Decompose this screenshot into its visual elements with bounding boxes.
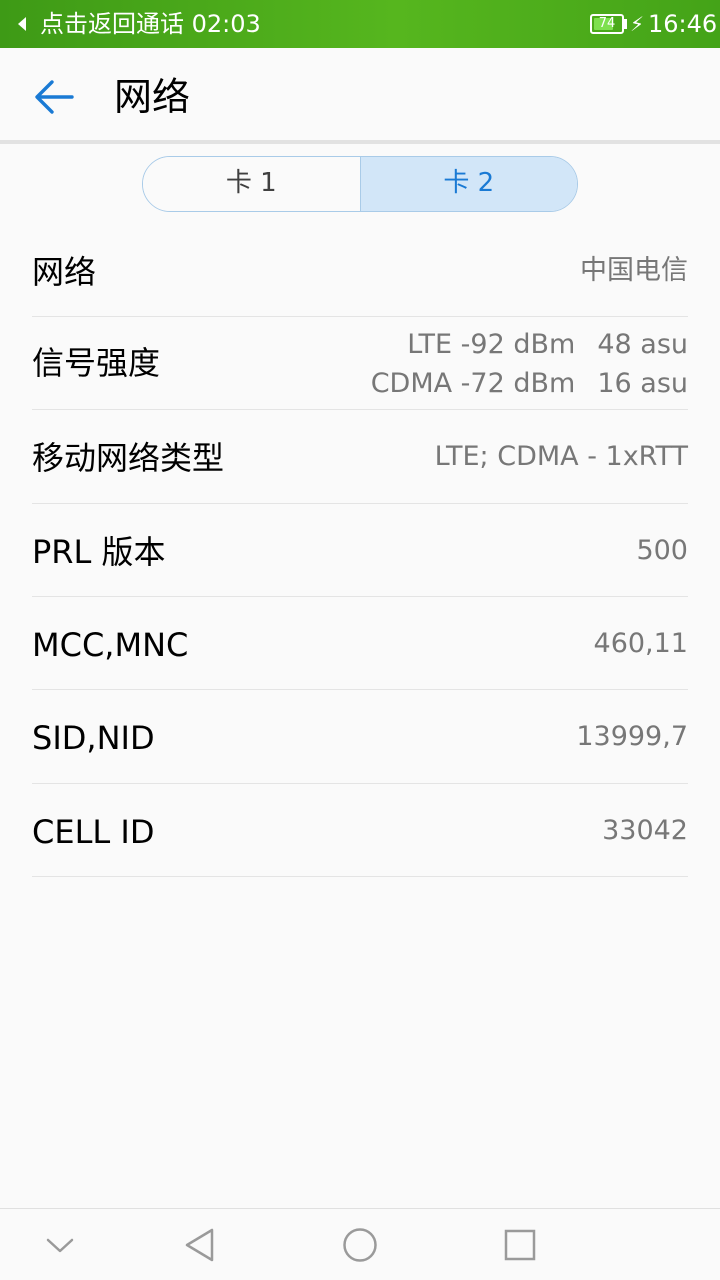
chevron-down-icon[interactable] — [38, 1223, 82, 1267]
row-network: 网络 中国电信 — [32, 224, 688, 317]
row-label: MCC,MNC — [32, 626, 189, 664]
row-label: SID,NID — [32, 719, 155, 757]
row-value: 500 — [636, 535, 688, 566]
navigation-bar — [0, 1208, 720, 1280]
back-arrow-icon[interactable] — [30, 72, 80, 122]
signal-asu: 16 asu — [597, 368, 688, 399]
back-arrow-svg — [35, 80, 74, 114]
row-label: CELL ID — [32, 813, 155, 851]
row-label: 移动网络类型 — [32, 439, 225, 477]
chevron-down-svg — [46, 1238, 74, 1253]
signal-line-cdma: CDMA -72 dBm 16 asu — [371, 365, 688, 403]
recents-icon[interactable] — [498, 1223, 542, 1267]
row-value: 13999,7 — [576, 721, 688, 752]
page-title: 网络 — [114, 75, 191, 119]
tab-sim-1[interactable]: 卡 1 — [143, 157, 360, 211]
signal-dbm: CDMA -72 dBm — [370, 368, 576, 399]
row-prl-version: PRL 版本 500 — [32, 504, 688, 597]
back-arrow-icon[interactable] — [18, 17, 26, 31]
battery-level: 74 — [598, 16, 616, 31]
row-network-type: 移动网络类型 LTE; CDMA - 1xRTT — [32, 410, 688, 504]
home-icon[interactable] — [338, 1223, 382, 1267]
row-label: 网络 — [32, 253, 97, 291]
signal-dbm: LTE -92 dBm — [407, 329, 576, 360]
row-value: 33042 — [602, 815, 688, 846]
row-mcc-mnc: MCC,MNC 460,11 — [32, 597, 688, 690]
row-cell-id: CELL ID 33042 — [32, 784, 688, 877]
signal-line-lte: LTE -92 dBm 48 asu — [407, 326, 688, 364]
nav-back-icon[interactable] — [178, 1223, 222, 1267]
status-time: 16:46 — [648, 10, 718, 38]
row-signal-strength: 信号强度 LTE -92 dBm 48 asu CDMA -72 dBm 16 as… — [32, 317, 688, 410]
charging-bolt-icon: ⚡︎ — [630, 12, 645, 36]
row-label: PRL 版本 — [32, 533, 166, 571]
home-svg — [343, 1228, 377, 1262]
row-value: 中国电信 — [580, 255, 688, 286]
row-label: 信号强度 — [32, 344, 161, 382]
recents-svg — [504, 1229, 536, 1261]
status-bar: 点击返回通话 02:03 74 ⚡︎ 16:46 — [0, 0, 720, 48]
row-sid-nid: SID,NID 13999,7 — [32, 690, 688, 784]
signal-asu: 48 asu — [597, 329, 688, 360]
tab-sim-2[interactable]: 卡 2 — [359, 157, 577, 211]
app-header: 网络 — [0, 48, 720, 140]
row-value: 460,11 — [593, 628, 688, 659]
network-info-list: 网络 中国电信 信号强度 LTE -92 dBm 48 asu CDMA -72 … — [32, 224, 688, 877]
header-divider — [0, 140, 720, 144]
battery-tip — [624, 19, 627, 29]
row-value: LTE; CDMA - 1xRTT — [434, 441, 688, 472]
nav-back-svg — [185, 1228, 214, 1262]
battery-icon: 74 — [590, 14, 624, 34]
return-to-call-text[interactable]: 点击返回通话 02:03 — [40, 8, 261, 40]
sim-tab-switcher: 卡 1 卡 2 — [142, 156, 578, 212]
